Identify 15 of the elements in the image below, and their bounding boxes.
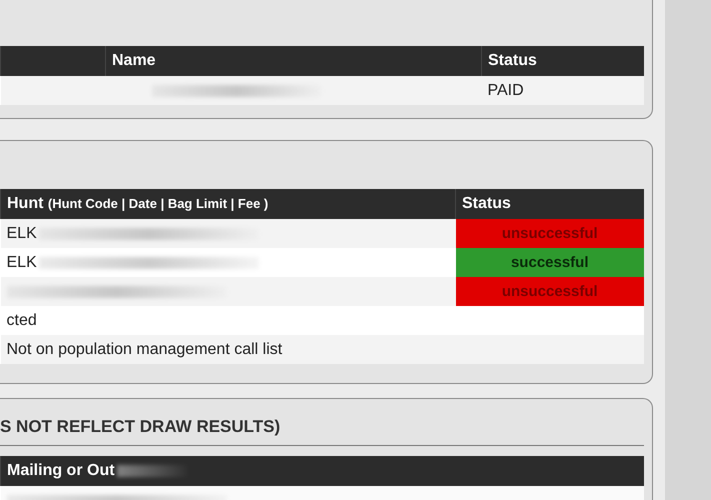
panel-title: S NOT REFLECT DRAW RESULTS) xyxy=(0,417,644,446)
status-cell: successful xyxy=(456,248,644,277)
status-cell: unsuccessful xyxy=(456,277,644,306)
table-cell: PAID xyxy=(482,76,644,105)
status-cell: unsuccessful xyxy=(456,219,644,248)
column-header: Name xyxy=(106,46,482,76)
column-header: Status xyxy=(456,189,644,219)
blurred-text xyxy=(116,465,187,477)
column-header: Hunt (Hunt Code | Date | Bag Limit | Fee ) xyxy=(0,189,456,219)
column-header: Status xyxy=(482,46,644,76)
table-cell: Not on population management call list xyxy=(0,335,644,364)
column-header: Mailing or Out xyxy=(7,462,115,480)
table-cell: ELK xyxy=(6,254,37,272)
table-cell: cted xyxy=(0,306,644,335)
table-cell: ELK xyxy=(6,224,37,242)
